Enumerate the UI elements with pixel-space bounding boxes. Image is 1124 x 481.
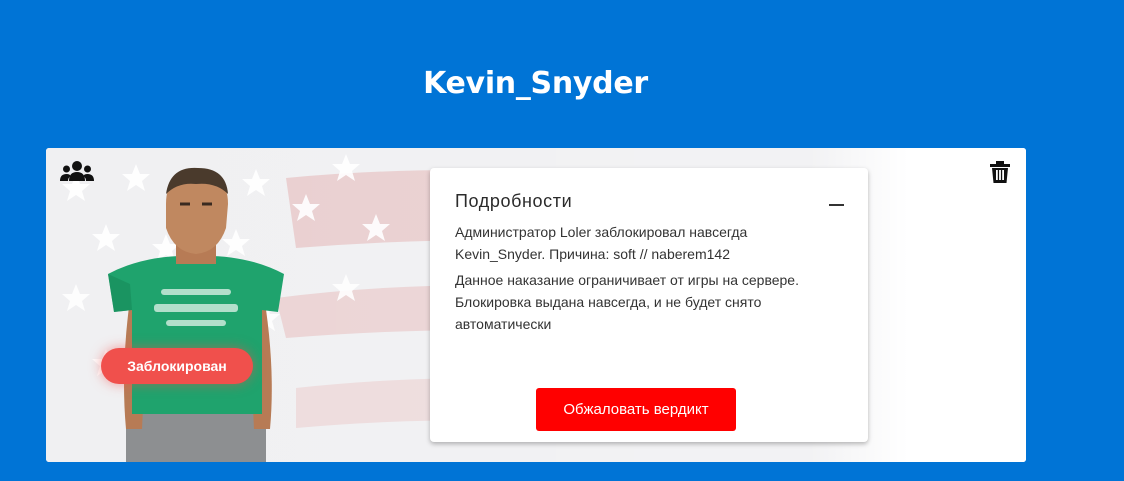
ban-description: Администратор Loler заблокировал навсегд… — [455, 224, 748, 262]
appeal-button[interactable]: Обжаловать вердикт — [536, 388, 736, 431]
details-title: Подробности — [455, 191, 573, 211]
minus-icon[interactable] — [829, 204, 844, 206]
profile-card: Заблокирован Подробности Администратор L… — [46, 148, 1026, 462]
trash-icon[interactable] — [990, 161, 1010, 183]
page-title: Kevin_Snyder — [423, 66, 648, 101]
ban-note: Данное наказание ограничивает от игры на… — [455, 272, 799, 332]
details-panel: Подробности Администратор Loler заблокир… — [430, 168, 868, 442]
player-avatar — [108, 167, 284, 462]
status-badge: Заблокирован — [101, 348, 253, 384]
